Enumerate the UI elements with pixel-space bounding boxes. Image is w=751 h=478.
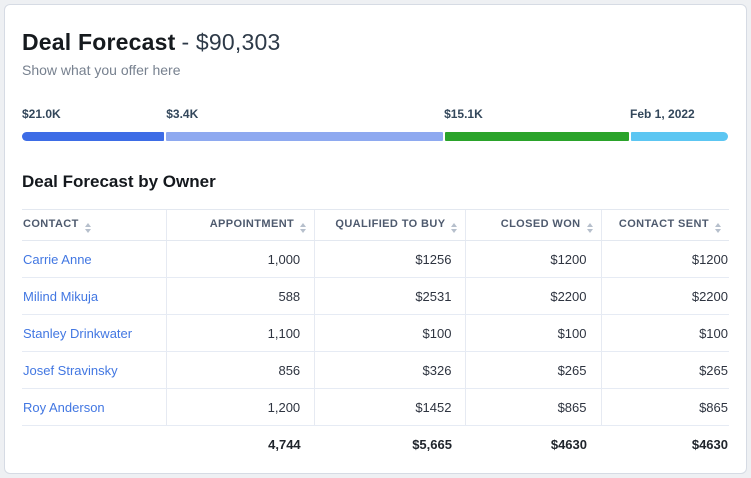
contact-link[interactable]: Roy Anderson bbox=[22, 389, 167, 426]
cell-value: $865 bbox=[601, 389, 729, 426]
sort-icon[interactable] bbox=[85, 223, 91, 233]
cell-value: 1,100 bbox=[167, 315, 315, 352]
table-body: Carrie Anne1,000$1256$1200$1200Milind Mi… bbox=[22, 241, 729, 426]
progress-bar-labels: $21.0K $3.4K $15.1K Feb 1, 2022 bbox=[22, 107, 729, 122]
progress-segment-0 bbox=[22, 132, 164, 141]
cell-value: 1,000 bbox=[167, 241, 315, 278]
totals-value: $4630 bbox=[601, 426, 729, 463]
cell-value: $100 bbox=[601, 315, 729, 352]
column-header-label: APPOINTMENT bbox=[210, 218, 294, 230]
cell-value: $265 bbox=[601, 352, 729, 389]
page-title: Deal Forecast- $90,303 bbox=[22, 29, 729, 56]
table-row: Carrie Anne1,000$1256$1200$1200 bbox=[22, 241, 729, 278]
sort-icon[interactable] bbox=[451, 223, 457, 233]
contact-link[interactable]: Stanley Drinkwater bbox=[22, 315, 167, 352]
cell-value: 856 bbox=[167, 352, 315, 389]
progress-bar bbox=[22, 132, 729, 141]
column-header-closed-won[interactable]: CLOSED WON bbox=[466, 210, 601, 241]
cell-value: 588 bbox=[167, 278, 315, 315]
progress-segment-3 bbox=[631, 132, 728, 141]
cell-value: $2200 bbox=[601, 278, 729, 315]
totals-value: $4630 bbox=[466, 426, 601, 463]
progress-segment-label: Feb 1, 2022 bbox=[630, 107, 695, 121]
cell-value: $265 bbox=[466, 352, 601, 389]
cell-value: $326 bbox=[315, 352, 466, 389]
progress-segment-label: $15.1K bbox=[444, 107, 483, 121]
column-header-label: CONTACT bbox=[23, 218, 79, 230]
deal-forecast-card: Deal Forecast- $90,303 Show what you off… bbox=[4, 4, 747, 474]
cell-value: $100 bbox=[466, 315, 601, 352]
table-totals-row: 4,744$5,665$4630$4630 bbox=[22, 426, 729, 463]
sort-icon[interactable] bbox=[300, 223, 306, 233]
column-header-contact[interactable]: CONTACT bbox=[22, 210, 167, 241]
cell-value: $1256 bbox=[315, 241, 466, 278]
cell-value: $1452 bbox=[315, 389, 466, 426]
cell-value: 1,200 bbox=[167, 389, 315, 426]
table-row: Milind Mikuja588$2531$2200$2200 bbox=[22, 278, 729, 315]
cell-value: $100 bbox=[315, 315, 466, 352]
progress-segment-label: $3.4K bbox=[166, 107, 198, 121]
table-row: Roy Anderson1,200$1452$865$865 bbox=[22, 389, 729, 426]
cell-value: $1200 bbox=[601, 241, 729, 278]
column-header-label: CLOSED WON bbox=[501, 218, 581, 230]
cell-value: $2200 bbox=[466, 278, 601, 315]
page-title-text: Deal Forecast bbox=[22, 29, 175, 55]
cell-value: $2531 bbox=[315, 278, 466, 315]
table-row: Josef Stravinsky856$326$265$265 bbox=[22, 352, 729, 389]
totals-value: 4,744 bbox=[167, 426, 315, 463]
contact-link[interactable]: Milind Mikuja bbox=[22, 278, 167, 315]
progress-segment-2 bbox=[445, 132, 629, 141]
column-header-label: CONTACT SENT bbox=[619, 218, 709, 230]
contact-link[interactable]: Carrie Anne bbox=[22, 241, 167, 278]
column-header-qualified-to-buy[interactable]: QUALIFIED TO BUY bbox=[315, 210, 466, 241]
table-title: Deal Forecast by Owner bbox=[22, 172, 729, 192]
progress-segment-1 bbox=[166, 132, 443, 141]
totals-empty-cell bbox=[22, 426, 167, 463]
page-title-amount: - $90,303 bbox=[181, 29, 280, 55]
table-row: Stanley Drinkwater1,100$100$100$100 bbox=[22, 315, 729, 352]
totals-value: $5,665 bbox=[315, 426, 466, 463]
page-subtitle: Show what you offer here bbox=[22, 62, 729, 78]
sort-icon[interactable] bbox=[715, 223, 721, 233]
cell-value: $865 bbox=[466, 389, 601, 426]
progress-segment-label: $21.0K bbox=[22, 107, 61, 121]
contact-link[interactable]: Josef Stravinsky bbox=[22, 352, 167, 389]
table-header-row: CONTACT APPOINTMENT QUALIFIED TO BUY CLOSED… bbox=[22, 210, 729, 241]
sort-icon[interactable] bbox=[587, 223, 593, 233]
column-header-contact-sent[interactable]: CONTACT SENT bbox=[601, 210, 729, 241]
column-header-appointment[interactable]: APPOINTMENT bbox=[167, 210, 315, 241]
column-header-label: QUALIFIED TO BUY bbox=[335, 218, 445, 230]
cell-value: $1200 bbox=[466, 241, 601, 278]
deal-forecast-table: CONTACT APPOINTMENT QUALIFIED TO BUY CLOSED… bbox=[22, 209, 729, 463]
